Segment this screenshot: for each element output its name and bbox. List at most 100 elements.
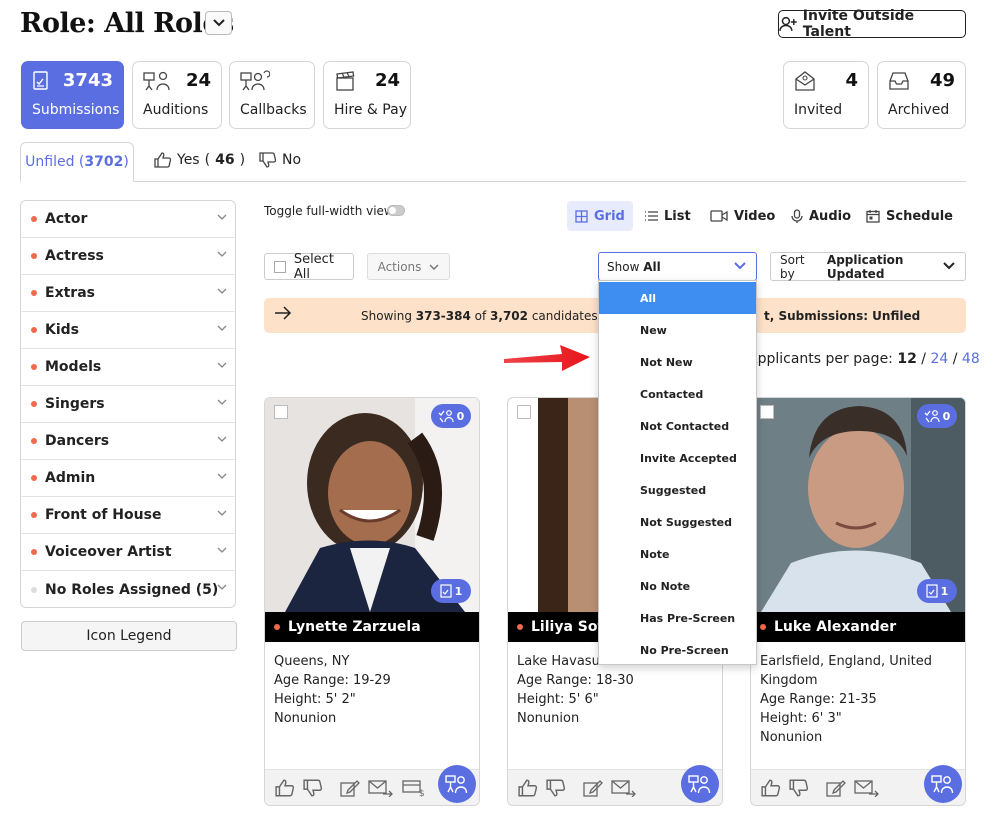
view-list-label: List	[664, 208, 691, 224]
role-dropdown-button[interactable]	[205, 11, 232, 35]
filter-option-contacted[interactable]: Contacted	[599, 378, 756, 410]
filter-option-has-pre-screen[interactable]: Has Pre-Screen	[599, 602, 756, 634]
sidebar-item-actress[interactable]: Actress	[21, 238, 235, 275]
audition-check-icon	[438, 410, 454, 423]
view-grid-button[interactable]: Grid	[567, 201, 633, 231]
annotation-red-arrow	[504, 345, 590, 371]
candidate-age-range: Age Range: 21-35	[760, 692, 877, 707]
sidebar-item-extras[interactable]: Extras	[21, 275, 235, 312]
sidebar-item-singers[interactable]: Singers	[21, 386, 235, 423]
filter-option-new[interactable]: New	[599, 314, 756, 346]
stat-invited[interactable]: 4 Invited	[783, 61, 869, 129]
icon-legend-button[interactable]: Icon Legend	[21, 621, 237, 651]
candidate-card[interactable]: 0 1 Lynette Zarzuela Queens, NY Age Rang…	[264, 397, 480, 806]
list-icon	[645, 211, 658, 221]
edit-note-icon[interactable]	[826, 779, 846, 797]
thumbs-up-icon[interactable]	[761, 779, 781, 797]
send-email-icon[interactable]	[368, 779, 394, 797]
thumbs-down-icon[interactable]	[546, 779, 566, 797]
stat-hire-pay[interactable]: 24 Hire & Pay	[323, 61, 411, 129]
view-video-button[interactable]: Video	[710, 201, 775, 231]
thumbs-up-icon[interactable]	[518, 779, 538, 797]
tab-unfiled[interactable]: Unfiled (3702)	[20, 142, 134, 182]
card-checkbox[interactable]	[274, 405, 288, 419]
auditions-icon	[143, 71, 170, 91]
tab-yes[interactable]: Yes(46)	[154, 152, 245, 168]
sidebar-item-models[interactable]: Models	[21, 349, 235, 386]
view-audio-button[interactable]: Audio	[791, 201, 851, 231]
audition-invite-button[interactable]	[924, 765, 962, 803]
callbacks-label: Callbacks	[240, 102, 307, 118]
select-all-checkbox[interactable]	[274, 260, 286, 273]
sidebar-item-voiceover-artist[interactable]: Voiceover Artist	[21, 534, 235, 571]
thumbs-down-icon[interactable]	[789, 779, 809, 797]
sidebar-item-dancers[interactable]: Dancers	[21, 423, 235, 460]
arrow-right-icon[interactable]	[274, 306, 292, 320]
send-email-icon[interactable]	[854, 779, 880, 797]
show-filter-dropdown-menu: All New Not New Contacted Not Contacted …	[598, 280, 757, 665]
archived-count: 49	[929, 70, 955, 91]
payment-icon[interactable]: $	[402, 779, 426, 797]
submission-badge[interactable]: 1	[431, 579, 471, 603]
sidebar-item-kids[interactable]: Kids	[21, 312, 235, 349]
sidebar-item-label: Voiceover Artist	[45, 544, 172, 560]
sidebar-item-actor[interactable]: Actor	[21, 201, 235, 238]
tab-no[interactable]: No	[259, 152, 301, 168]
candidate-card[interactable]: 0 1 Luke Alexander Earlsfield, England, …	[750, 397, 966, 806]
candidate-union: Nonunion	[274, 711, 337, 726]
chevron-down-icon	[217, 473, 227, 479]
filter-option-suggested[interactable]: Suggested	[599, 474, 756, 506]
view-list-button[interactable]: List	[644, 201, 691, 231]
view-audio-label: Audio	[809, 208, 852, 224]
filter-option-all[interactable]: All	[599, 282, 756, 314]
status-dot	[31, 364, 37, 370]
select-all-button[interactable]: Select All	[264, 252, 354, 282]
filter-option-not-new[interactable]: Not New	[599, 346, 756, 378]
sidebar-item-admin[interactable]: Admin	[21, 460, 235, 497]
edit-note-icon[interactable]	[583, 779, 603, 797]
edit-note-icon[interactable]	[340, 779, 360, 797]
thumbs-up-icon	[154, 152, 172, 168]
candidate-name-bar[interactable]: Lynette Zarzuela	[265, 612, 479, 642]
sidebar-item-label: Dancers	[45, 433, 110, 449]
chevron-down-icon	[217, 288, 227, 294]
stat-auditions[interactable]: 24 Auditions	[132, 61, 222, 129]
stat-submissions[interactable]: 3743 Submissions	[21, 61, 124, 129]
card-checkbox[interactable]	[760, 405, 774, 419]
filter-option-no-pre-screen[interactable]: No Pre-Screen	[599, 634, 756, 666]
filter-option-invite-accepted[interactable]: Invite Accepted	[599, 442, 756, 474]
filter-option-not-suggested[interactable]: Not Suggested	[599, 506, 756, 538]
filter-option-note[interactable]: Note	[599, 538, 756, 570]
per-page-option-24[interactable]: 24	[930, 351, 948, 367]
candidate-name-bar[interactable]: Luke Alexander	[751, 612, 965, 642]
actions-dropdown[interactable]: Actions	[367, 253, 450, 280]
thumbs-up-icon[interactable]	[275, 779, 295, 797]
audition-badge[interactable]: 0	[917, 404, 957, 428]
status-dot	[274, 624, 280, 630]
audition-invite-button[interactable]	[681, 765, 719, 803]
audition-badge[interactable]: 0	[431, 404, 471, 428]
results-filter: t, Submissions: Unfiled	[764, 309, 921, 323]
full-width-toggle[interactable]	[387, 205, 405, 216]
submission-badge[interactable]: 1	[917, 579, 957, 603]
per-page-option-48[interactable]: 48	[962, 351, 980, 367]
filter-option-not-contacted[interactable]: Not Contacted	[599, 410, 756, 442]
invite-outside-talent-button[interactable]: Invite Outside Talent	[778, 8, 966, 40]
sidebar-item-no-roles-assigned[interactable]: No Roles Assigned (5)	[21, 571, 235, 608]
view-schedule-button[interactable]: Schedule	[866, 201, 953, 231]
chevron-down-icon	[217, 214, 227, 220]
audition-icon	[445, 775, 468, 794]
stat-archived[interactable]: 49 Archived	[877, 61, 966, 129]
filter-option-no-note[interactable]: No Note	[599, 570, 756, 602]
show-filter-prefix: Show	[607, 259, 640, 274]
sidebar-item-front-of-house[interactable]: Front of House	[21, 497, 235, 534]
send-email-icon[interactable]	[611, 779, 637, 797]
tabs-divider	[20, 181, 966, 182]
audition-invite-button[interactable]	[438, 765, 476, 803]
stat-callbacks[interactable]: Callbacks	[229, 61, 315, 129]
show-filter-select[interactable]: Show All	[598, 252, 757, 281]
candidate-location: Queens, NY	[274, 654, 350, 669]
thumbs-down-icon[interactable]	[303, 779, 323, 797]
sort-by-select[interactable]: Sort by Application Updated	[770, 252, 966, 281]
card-checkbox[interactable]	[517, 405, 531, 419]
